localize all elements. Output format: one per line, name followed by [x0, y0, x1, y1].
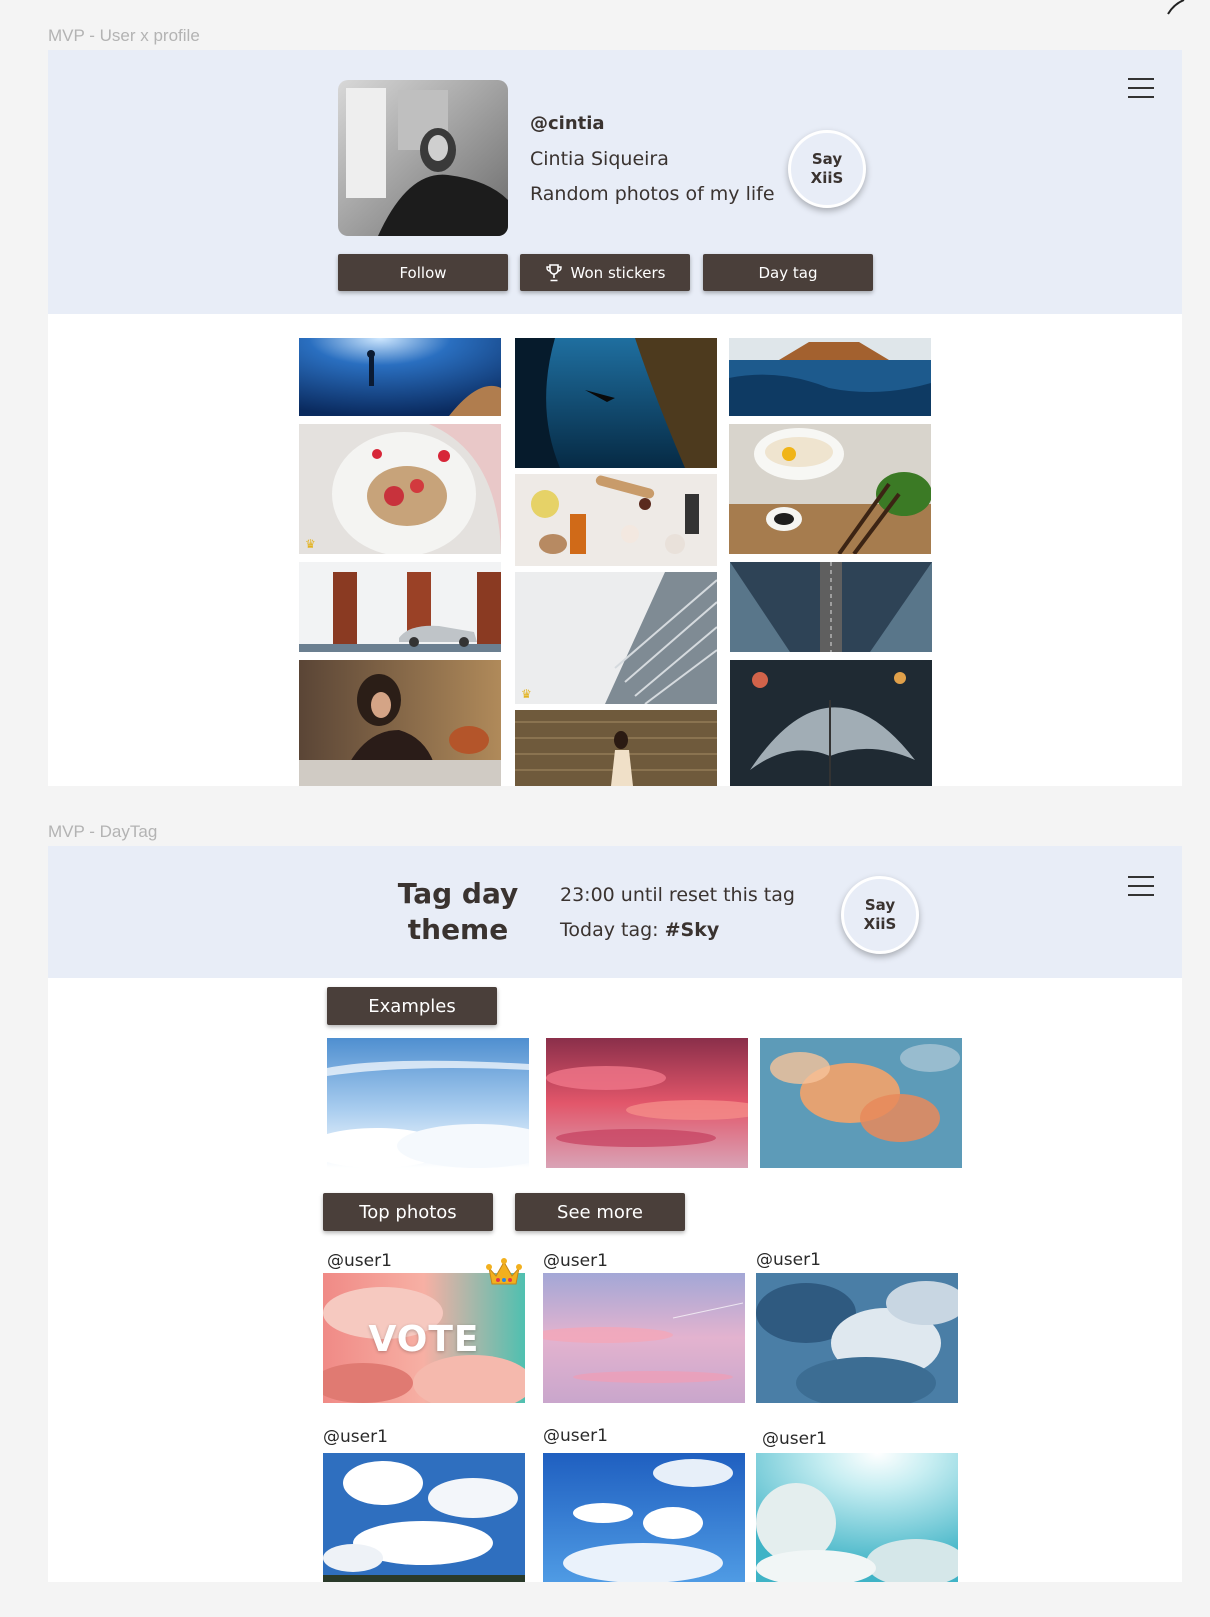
- examples-label: Examples: [368, 995, 456, 1017]
- reset-countdown: 23:00 until reset this tag: [560, 884, 795, 906]
- say-xiis-button[interactable]: Say XiiS: [841, 876, 919, 954]
- day-tag-button[interactable]: Day tag: [703, 254, 873, 291]
- top-photo[interactable]: [756, 1453, 958, 1582]
- profile-name: Cintia Siqueira: [530, 148, 669, 170]
- gallery-photo[interactable]: [515, 474, 717, 566]
- top-photo[interactable]: [323, 1453, 525, 1582]
- top-photo-username[interactable]: @user1: [327, 1251, 392, 1271]
- gallery-photo[interactable]: [299, 338, 501, 416]
- gallery-photo[interactable]: [515, 338, 717, 468]
- follow-button[interactable]: Follow: [338, 254, 508, 291]
- crown-icon: [486, 1258, 522, 1285]
- gallery-photo[interactable]: [299, 562, 501, 652]
- daytag-frame-label: MVP - DayTag: [48, 822, 158, 841]
- example-photo[interactable]: [327, 1038, 529, 1168]
- top-photo-username[interactable]: @user1: [543, 1426, 608, 1446]
- gallery-photo[interactable]: ♛: [515, 572, 717, 704]
- example-photo[interactable]: [760, 1038, 962, 1168]
- say-xiis-label: Say XiiS: [810, 150, 844, 187]
- say-xiis-button[interactable]: Say XiiS: [788, 130, 866, 208]
- top-photo-username[interactable]: @user1: [756, 1250, 821, 1270]
- see-more-button[interactable]: See more: [515, 1193, 685, 1231]
- gallery-photo[interactable]: [729, 338, 931, 416]
- top-photo-username[interactable]: @user1: [762, 1429, 827, 1449]
- gallery-photo[interactable]: [729, 424, 931, 554]
- say-xiis-label: Say XiiS: [863, 896, 897, 933]
- day-tag-label: Day tag: [758, 263, 818, 282]
- gallery-photo[interactable]: [515, 710, 717, 786]
- gallery-photo[interactable]: [730, 660, 932, 786]
- profile-handle: @cintia: [530, 113, 605, 134]
- menu-icon[interactable]: [1128, 78, 1154, 98]
- avatar[interactable]: [338, 80, 508, 236]
- svg-text:♛: ♛: [305, 537, 316, 551]
- top-photo[interactable]: [543, 1273, 745, 1403]
- daytag-title: Tag day theme: [397, 877, 519, 946]
- daytag-frame: Tag day theme 23:00 until reset this tag…: [48, 846, 1182, 1582]
- top-photo[interactable]: [543, 1453, 745, 1582]
- profile-frame: @cintia Cintia Siqueira Random photos of…: [48, 50, 1182, 786]
- won-stickers-button[interactable]: Won stickers: [520, 254, 690, 291]
- gallery-photo[interactable]: ♛: [299, 424, 501, 554]
- today-tag-value: #Sky: [664, 919, 720, 941]
- corner-stroke-mark: [1167, 0, 1185, 15]
- examples-button[interactable]: Examples: [327, 987, 497, 1025]
- top-photo[interactable]: [756, 1273, 958, 1403]
- top-photos-button[interactable]: Top photos: [323, 1193, 493, 1231]
- menu-icon[interactable]: [1128, 876, 1154, 896]
- profile-bio: Random photos of my life: [530, 183, 775, 205]
- today-tag-prefix: Today tag:: [560, 919, 665, 941]
- top-photo[interactable]: VOTE: [323, 1273, 525, 1403]
- gallery-photo[interactable]: [730, 562, 932, 652]
- daytag-header: [48, 846, 1182, 978]
- top-photo-username[interactable]: @user1: [323, 1427, 388, 1447]
- today-tag-line: Today tag: #Sky: [560, 919, 719, 941]
- example-photo[interactable]: [546, 1038, 748, 1168]
- won-stickers-label: Won stickers: [570, 263, 666, 282]
- trophy-icon: [545, 263, 562, 281]
- svg-text:♛: ♛: [521, 687, 532, 701]
- profile-frame-label: MVP - User x profile: [48, 26, 200, 45]
- top-photo-username[interactable]: @user1: [543, 1251, 608, 1271]
- gallery-photo[interactable]: [299, 660, 501, 786]
- top-photos-label: Top photos: [359, 1201, 457, 1223]
- see-more-label: See more: [557, 1201, 643, 1223]
- vote-overlay[interactable]: VOTE: [323, 1319, 525, 1360]
- follow-label: Follow: [399, 263, 447, 282]
